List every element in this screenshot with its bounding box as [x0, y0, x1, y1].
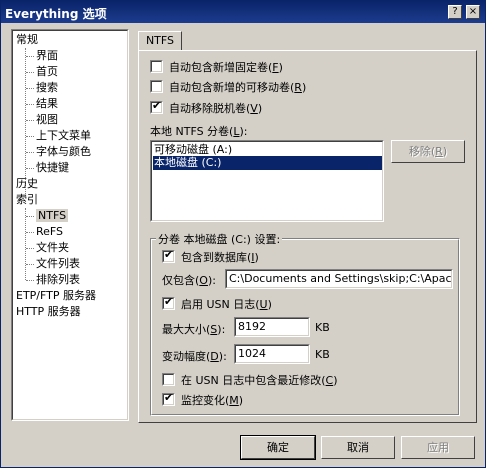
monitor-changes-checkbox[interactable]: ✔ — [162, 391, 175, 406]
remove-button[interactable]: 移除(R) — [391, 140, 465, 163]
tree-item-general[interactable]: 常规 — [16, 32, 38, 48]
auto-include-fixed-checkbox[interactable] — [150, 60, 163, 73]
check-icon: ✔ — [152, 99, 162, 112]
include-only-input[interactable]: C:\Documents and Settings\skip;C:\Apache… — [225, 269, 453, 289]
tree-item-http-server[interactable]: HTTP 服务器 — [16, 304, 81, 320]
tree-item-search[interactable]: 搜索 — [36, 80, 58, 96]
tree-item-exclude-list[interactable]: 排除列表 — [36, 272, 80, 288]
auto-include-fixed-label: 自动包含新增固定卷(F) — [169, 61, 283, 74]
tree-item-index[interactable]: 索引 — [16, 192, 38, 208]
delta-label: 变动幅度(D): — [162, 350, 227, 363]
close-button[interactable]: × — [466, 5, 480, 19]
cancel-button[interactable]: 取消 — [321, 436, 395, 459]
tree-item-ntfs[interactable]: NTFS — [36, 208, 69, 224]
tree-item-interface[interactable]: 界面 — [36, 48, 58, 64]
apply-button[interactable]: 应用 — [401, 436, 475, 459]
include-in-db-label: 包含到数据库(I) — [181, 251, 259, 264]
ok-button[interactable]: 确定 — [240, 435, 316, 460]
tree-item-context-menu[interactable]: 上下文菜单 — [36, 128, 91, 144]
list-item-volume-c[interactable]: 本地磁盘 (C:) — [153, 156, 382, 170]
recent-changes-label: 在 USN 日志中包含最近修改(C) — [181, 374, 338, 387]
title-bar: Everything 选项 ? × — [1, 1, 485, 23]
max-size-label: 最大大小(S): — [162, 323, 226, 336]
tree-item-fonts-colors[interactable]: 字体与颜色 — [36, 144, 91, 160]
volume-settings-title: 分卷 本地磁盘 (C:) 设置: — [156, 231, 283, 247]
auto-include-removable-checkbox[interactable] — [150, 80, 163, 93]
enable-usn-label: 启用 USN 日志(U) — [181, 298, 272, 311]
help-button[interactable]: ? — [448, 5, 462, 19]
check-icon: ✔ — [164, 295, 174, 308]
max-size-input[interactable]: 8192 — [234, 317, 310, 337]
auto-remove-offline-label: 自动移除脱机卷(V) — [169, 102, 263, 115]
auto-include-removable-label: 自动包含新增的可移动卷(R) — [169, 81, 307, 94]
tree-item-etp-server[interactable]: ETP/FTP 服务器 — [16, 288, 96, 304]
options-dialog: Everything 选项 ? × 常规 界面 首页 搜索 结果 视图 上下文菜… — [0, 0, 486, 468]
tree-item-home[interactable]: 首页 — [36, 64, 58, 80]
include-in-db-checkbox[interactable]: ✔ — [162, 248, 175, 263]
tab-ntfs[interactable]: NTFS — [138, 31, 182, 51]
include-only-label: 仅包含(O): — [162, 274, 216, 287]
tree-item-view[interactable]: 视图 — [36, 112, 58, 128]
tree-item-shortcuts[interactable]: 快捷键 — [36, 160, 69, 176]
max-size-unit: KB — [315, 321, 330, 334]
recent-changes-checkbox[interactable] — [162, 373, 175, 386]
list-item-volume-a[interactable]: 可移动磁盘 (A:) — [153, 143, 382, 157]
tree-item-folders[interactable]: 文件夹 — [36, 240, 69, 256]
tree-item-refs[interactable]: ReFS — [36, 224, 63, 240]
check-icon: ✔ — [164, 248, 174, 261]
window-title: Everything 选项 — [5, 7, 107, 21]
volume-list[interactable]: 可移动磁盘 (A:) 本地磁盘 (C:) — [150, 140, 384, 222]
category-tree[interactable]: 常规 界面 首页 搜索 结果 视图 上下文菜单 字体与颜色 快捷键 历史 索引 … — [11, 29, 129, 421]
check-icon: ✔ — [164, 391, 174, 404]
auto-remove-offline-checkbox[interactable]: ✔ — [150, 99, 163, 114]
enable-usn-checkbox[interactable]: ✔ — [162, 295, 175, 310]
tree-item-history[interactable]: 历史 — [16, 176, 38, 192]
delta-input[interactable]: 1024 — [234, 344, 310, 364]
tree-item-file-lists[interactable]: 文件列表 — [36, 256, 80, 272]
delta-unit: KB — [315, 348, 330, 361]
monitor-changes-label: 监控变化(M) — [181, 394, 244, 407]
tree-item-results[interactable]: 结果 — [36, 96, 58, 112]
volumes-label: 本地 NTFS 分卷(L): — [150, 125, 248, 138]
